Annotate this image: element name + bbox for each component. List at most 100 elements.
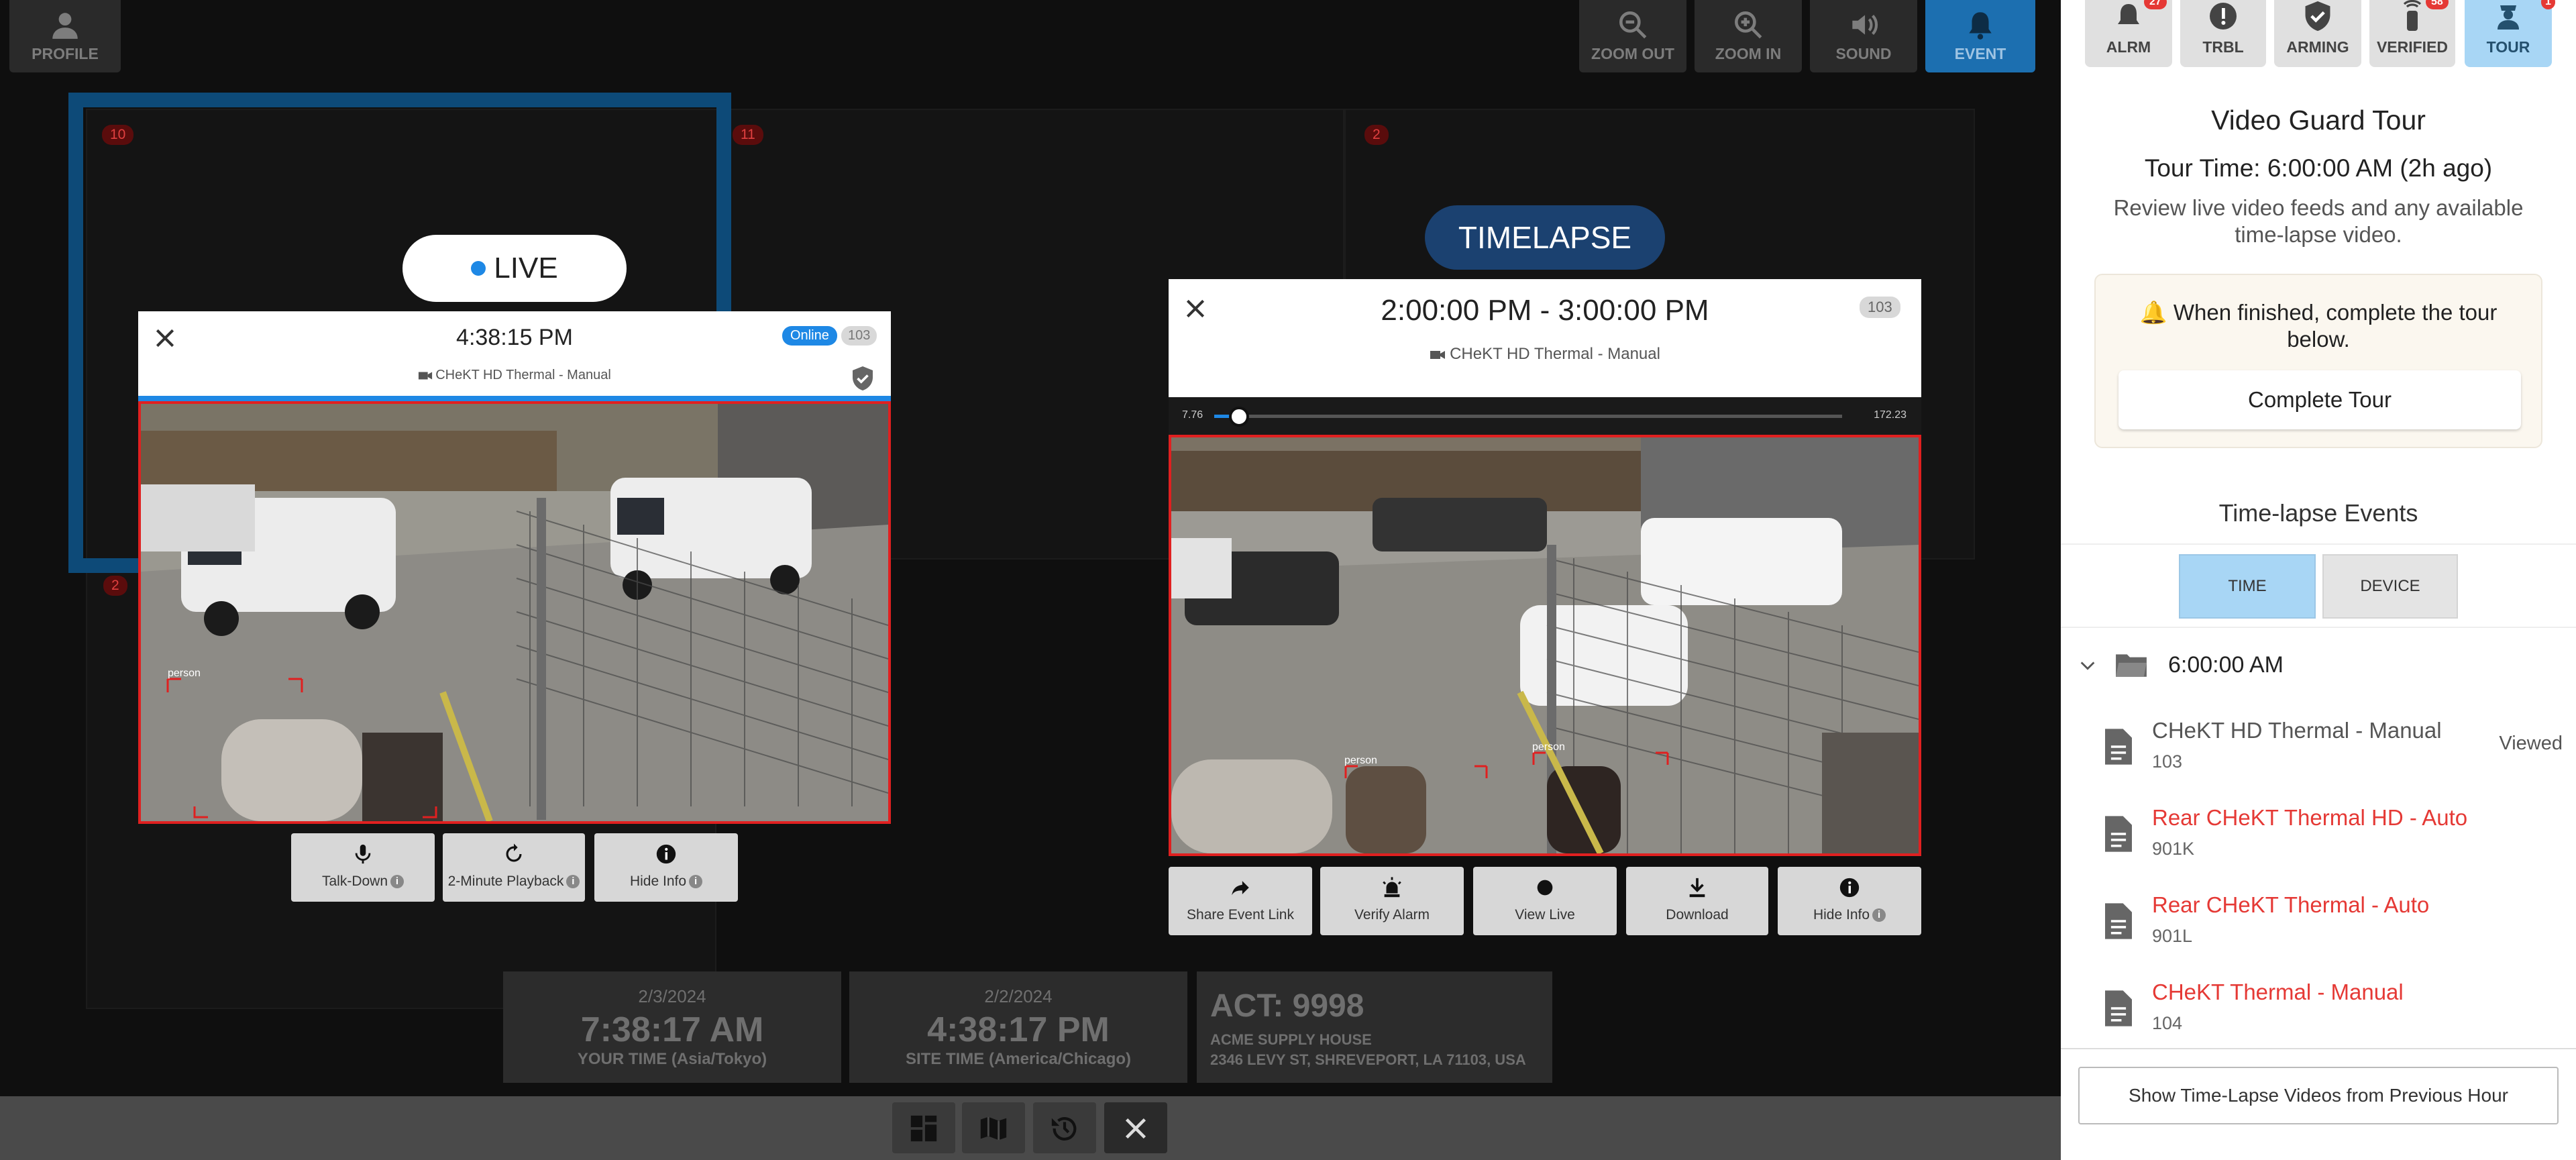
hide-info-button[interactable]: Hide Info i <box>1778 867 1921 935</box>
tab-tour[interactable]: 1 TOUR <box>2465 0 2555 67</box>
clock-time: 7:38:17 AM <box>580 1010 764 1049</box>
site-time-clock: 2/2/2024 4:38:17 PM SITE TIME (America/C… <box>849 971 1187 1083</box>
siren-icon <box>1383 877 1401 898</box>
event-row[interactable]: Rear CHeKT Thermal - Auto 901L <box>2061 887 2576 970</box>
hide-info-button[interactable]: Hide Info i <box>594 833 738 902</box>
event-button[interactable]: EVENT <box>1925 0 2035 72</box>
account-name: ACME SUPPLY HOUSE <box>1210 1031 1372 1048</box>
zoom-in-button[interactable]: ZOOM IN <box>1695 0 1802 72</box>
live-video-panel: 4:38:15 PM Online 103 CHeKT HD Thermal -… <box>138 311 891 824</box>
timelapse-badge: TIMELAPSE <box>1425 205 1665 270</box>
tab-trbl[interactable]: TRBL <box>2180 0 2266 67</box>
playback-button[interactable]: 2-Minute Playback i <box>443 833 585 902</box>
download-label: Download <box>1666 907 1729 922</box>
camera-name: CHeKT HD Thermal - Manual <box>1450 345 1660 363</box>
info-icon: i <box>1872 908 1886 922</box>
previous-hour-button[interactable]: Show Time-Lapse Videos from Previous Hou… <box>2078 1067 2559 1124</box>
file-icon <box>2105 729 2132 765</box>
complete-tour-button[interactable]: Complete Tour <box>2118 370 2521 429</box>
tab-label: TOUR <box>2486 38 2530 56</box>
bell-ring-icon <box>2118 4 2139 24</box>
app: PROFILE ZOOM OUT ZOOM IN SOUND EVENT 10 … <box>0 0 2576 1160</box>
tab-label: ALRM <box>2106 38 2151 56</box>
live-scene-image: person <box>141 404 888 821</box>
event-id: 901K <box>2152 839 2195 859</box>
account-title: ACT: 9998 <box>1210 988 1364 1024</box>
scrubber-track <box>1214 415 1842 418</box>
cell-number-badge: 10 <box>102 125 134 145</box>
record-dot-icon <box>1537 880 1553 896</box>
bell-notice-icon: 🔔 <box>2139 300 2174 325</box>
scrubber-bar[interactable]: 7.76 172.23 <box>1169 397 1921 435</box>
sound-button[interactable]: SOUND <box>1810 0 1917 72</box>
microphone-icon <box>355 844 371 864</box>
clock-label: SITE TIME (America/Chicago) <box>905 1050 1132 1068</box>
view-live-button[interactable]: View Live <box>1473 867 1617 935</box>
notice-box: 🔔 When finished, complete the tour below… <box>2094 274 2542 448</box>
event-row[interactable]: CHeKT Thermal - Manual 104 <box>2061 974 2576 1057</box>
share-arrow-icon <box>1232 881 1249 896</box>
talk-down-label: Talk-Down <box>321 874 388 889</box>
zoom-out-button[interactable]: ZOOM OUT <box>1579 0 1686 72</box>
timelapse-video-feed[interactable]: person person <box>1169 435 1921 856</box>
tab-verified[interactable]: 58 VERIFIED <box>2369 0 2455 67</box>
info-icon: i <box>689 875 703 889</box>
hide-info-label: Hide Info <box>629 874 687 889</box>
camera-label: CHeKT HD Thermal - Manual <box>138 368 891 383</box>
live-badge: LIVE <box>402 235 627 302</box>
history-button[interactable] <box>1033 1102 1096 1153</box>
device-toggle-button[interactable]: DEVICE <box>2322 554 2458 619</box>
event-row[interactable]: Rear CHeKT Thermal HD - Auto 901K <box>2061 800 2576 883</box>
info-icon: i <box>566 875 580 889</box>
event-id: 104 <box>2152 1013 2183 1033</box>
shield-check-icon <box>2305 1 2330 32</box>
profile-button[interactable]: PROFILE <box>9 0 121 72</box>
zoom-in-label: ZOOM IN <box>1715 45 1782 62</box>
folder-row[interactable]: 6:00:00 AM <box>2061 636 2576 696</box>
scrubber-knob[interactable] <box>1229 407 1250 427</box>
cell-number-badge: 2 <box>103 576 127 596</box>
count-badge: 58 <box>2426 0 2449 9</box>
map-view-button[interactable] <box>962 1102 1025 1153</box>
tour-description: Review live video feeds and any availabl… <box>2113 195 2524 247</box>
info-icon: i <box>390 875 405 889</box>
event-name: Rear CHeKT Thermal - Auto <box>2152 892 2430 917</box>
tour-time: Tour Time: 6:00:00 AM (2h ago) <box>2144 154 2493 182</box>
clock-date: 2/3/2024 <box>638 986 706 1006</box>
camera-label: CHeKT HD Thermal - Manual <box>1169 345 1921 364</box>
event-name: CHeKT HD Thermal - Manual <box>2152 718 2442 743</box>
file-icon <box>2105 903 2132 939</box>
bell-icon <box>1969 12 1992 40</box>
cell-number-badge: 11 <box>733 125 763 145</box>
verify-alarm-button[interactable]: Verify Alarm <box>1320 867 1464 935</box>
cell-number-badge: 2 <box>1364 125 1389 145</box>
share-event-link-button[interactable]: Share Event Link <box>1169 867 1312 935</box>
time-toggle-button[interactable]: TIME <box>2179 554 2316 619</box>
live-progress-bar <box>138 396 891 401</box>
count-badge: 1 <box>2541 0 2555 9</box>
sound-label: SOUND <box>1835 45 1892 62</box>
grid-icon <box>910 1115 937 1142</box>
notice-text: When finished, complete the tour below. <box>2173 300 2498 352</box>
timelapse-badge-label: TIMELAPSE <box>1458 220 1632 255</box>
shield-check-icon[interactable] <box>851 365 875 392</box>
talk-down-button[interactable]: Talk-Down i <box>291 833 435 902</box>
alert-circle-icon <box>2210 3 2237 30</box>
clock-date: 2/2/2024 <box>984 986 1053 1006</box>
file-icon <box>2105 816 2132 852</box>
zoom-out-icon <box>1619 11 1647 39</box>
close-view-button[interactable] <box>1104 1102 1167 1153</box>
download-button[interactable]: Download <box>1626 867 1768 935</box>
divider <box>2061 1048 2576 1049</box>
tab-arming[interactable]: ARMING <box>2274 0 2361 67</box>
event-name: Rear CHeKT Thermal HD - Auto <box>2152 805 2468 830</box>
guard-icon <box>2498 5 2519 30</box>
grid-view-button[interactable] <box>892 1102 955 1153</box>
live-video-feed[interactable]: person <box>138 401 891 824</box>
bottom-bar <box>0 1096 2061 1160</box>
tab-alrm[interactable]: 27 ALRM <box>2085 0 2172 67</box>
event-row[interactable]: CHeKT HD Thermal - Manual 103 Viewed <box>2061 713 2576 796</box>
info-circle-icon <box>656 844 676 864</box>
account-address: 2346 LEVY ST, SHREVEPORT, LA 71103, USA <box>1210 1051 1526 1068</box>
close-icon <box>1125 1118 1146 1139</box>
